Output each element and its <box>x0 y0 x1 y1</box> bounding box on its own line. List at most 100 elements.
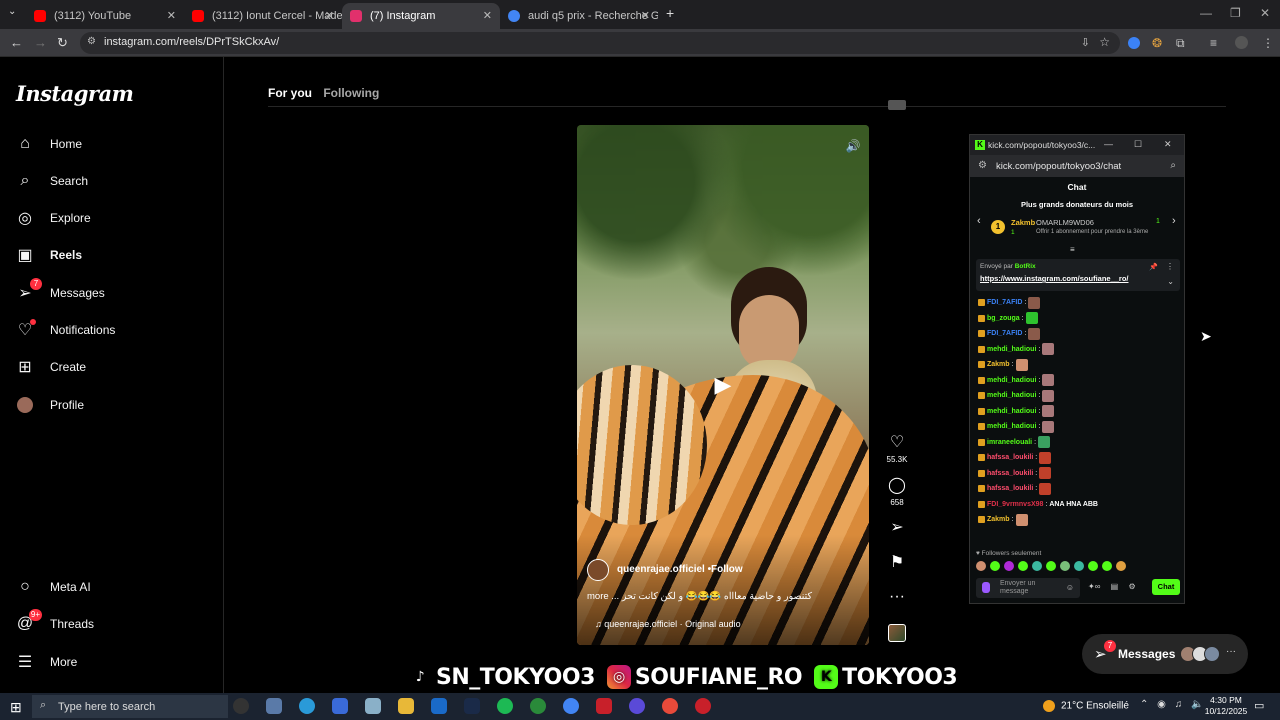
outlook-icon[interactable] <box>431 698 447 714</box>
chat-username[interactable]: mehdi_hadioui <box>987 392 1036 399</box>
address-bar[interactable]: ⚙ instagram.com/reels/DPrTSkCkxAv/ ⇩ ☆ <box>80 32 1120 54</box>
chat-username[interactable]: Zakmb <box>987 361 1010 368</box>
mic-icon[interactable] <box>982 582 990 593</box>
app-icon-4[interactable] <box>629 698 645 714</box>
close-window-icon[interactable]: ✕ <box>1260 6 1270 20</box>
minimize-icon[interactable]: — <box>1104 139 1113 149</box>
chrome-icon[interactable] <box>563 698 579 714</box>
pin-icon[interactable]: 📌 <box>1149 263 1158 271</box>
settings-icon[interactable]: ⚙ <box>1128 582 1135 591</box>
cortana-icon[interactable] <box>233 698 249 714</box>
tab-youtube-2[interactable]: (3112) Ionut Cercel - Made in R ✕ <box>184 3 342 29</box>
weather-widget[interactable]: 21°C Ensoleillé <box>1043 700 1129 712</box>
chat-username[interactable]: FDI_7AFID <box>987 330 1022 337</box>
app-icon-2[interactable] <box>530 698 546 714</box>
chat-username[interactable]: hafssa_loukili <box>987 454 1033 461</box>
reel-video[interactable]: 🔊 ▶ queenrajae.officiel • Follow more ..… <box>577 125 869 645</box>
reel-username[interactable]: queenrajae.officiel • <box>617 564 711 575</box>
emote[interactable] <box>1102 561 1112 571</box>
audio-thumbnail[interactable] <box>888 624 906 642</box>
speaker-icon[interactable]: 🔈 <box>1191 699 1203 710</box>
tab-search-icon[interactable]: ⌄ <box>8 6 16 17</box>
profile-avatar[interactable] <box>1235 36 1248 49</box>
chevron-down-icon[interactable]: ⌄ <box>1167 277 1174 286</box>
chat-username[interactable]: Zakmb <box>987 516 1010 523</box>
windows-start-icon[interactable]: ⊞ <box>10 699 22 716</box>
more-options-button[interactable]: ··· <box>882 588 912 606</box>
comment-button[interactable]: ◯ 658 <box>882 477 912 507</box>
close-icon[interactable]: ✕ <box>1164 139 1172 150</box>
sidebar-item-notifications[interactable]: ♡ Notifications <box>14 315 115 345</box>
menu-kebab-icon[interactable]: ⋮ <box>1262 36 1274 50</box>
chat-username[interactable]: bg_zouga <box>987 315 1020 322</box>
app-icon-5[interactable] <box>695 698 711 714</box>
previous-reel-thumb[interactable] <box>888 100 906 110</box>
emote[interactable] <box>1032 561 1042 571</box>
taskbar-search[interactable]: ⌕ Type here to search <box>32 695 228 718</box>
install-icon[interactable]: ⇩ <box>1081 36 1090 49</box>
site-info-icon[interactable]: ⚙ <box>87 36 96 47</box>
chat-username[interactable]: hafssa_loukili <box>987 485 1033 492</box>
app-icon[interactable] <box>365 698 381 714</box>
emote[interactable] <box>1074 561 1084 571</box>
chat-send-button[interactable]: Chat <box>1152 579 1180 595</box>
close-icon[interactable]: ✕ <box>641 9 650 22</box>
chat-username[interactable]: mehdi_hadioui <box>987 423 1036 430</box>
sidebar-item-home[interactable]: ⌂ Home <box>14 129 82 159</box>
edge-icon[interactable] <box>299 698 315 714</box>
extension-icon-2[interactable]: ❂ <box>1152 36 1162 50</box>
sidebar-item-threads[interactable]: @9+ Threads <box>14 609 94 639</box>
chat-input[interactable]: Envoyer un message ☺ <box>976 578 1080 598</box>
sidebar-item-search[interactable]: ⌕ Search <box>14 166 89 196</box>
share-button[interactable]: ➢ <box>882 519 912 537</box>
chat-username[interactable]: mehdi_hadioui <box>987 408 1036 415</box>
sidebar-item-create[interactable]: ⊞ Create <box>14 352 86 382</box>
emote[interactable] <box>1004 561 1014 571</box>
sidebar-item-profile[interactable]: Profile <box>14 390 84 420</box>
sidebar-item-more[interactable]: ☰ More <box>14 647 78 677</box>
emote[interactable] <box>1060 561 1070 571</box>
emote[interactable] <box>990 561 1000 571</box>
new-tab-button[interactable]: + <box>666 5 674 21</box>
minimize-icon[interactable]: — <box>1200 6 1212 20</box>
messages-pill[interactable]: ➢ 7 Messages ··· <box>1082 634 1248 674</box>
bookmark-star-icon[interactable]: ☆ <box>1099 35 1110 49</box>
like-button[interactable]: ♡ 55.3K <box>882 434 912 464</box>
maximize-icon[interactable]: ☐ <box>1134 139 1142 150</box>
forward-icon[interactable]: → <box>34 35 47 50</box>
reel-caption[interactable]: more ... كتنصور و حاضية معاااه 😂😂😂 و لكن… <box>587 591 827 602</box>
taskbar-clock[interactable]: 4:30 PM 10/12/2025 <box>1204 695 1248 717</box>
pinned-link[interactable]: https://www.instagram.com/soufiane__ro/ <box>980 274 1129 283</box>
tab-for-you[interactable]: For you <box>268 86 312 100</box>
emoji-icon[interactable]: ☺ <box>1066 583 1074 592</box>
site-info-icon[interactable]: ⚙ <box>978 160 987 171</box>
chevron-up-icon[interactable]: ⌃ <box>1140 699 1148 710</box>
extensions-puzzle-icon[interactable]: ⧉ <box>1176 36 1185 51</box>
restore-icon[interactable]: ❐ <box>1230 6 1241 20</box>
sidebar-item-meta-ai[interactable]: ○ Meta AI <box>14 572 91 602</box>
copilot-icon[interactable] <box>266 698 282 714</box>
volume-icon[interactable]: ♫ <box>1175 699 1183 710</box>
sidebar-item-messages[interactable]: ➢ 7 Messages <box>14 278 105 308</box>
expand-icon[interactable]: ≡ <box>1070 245 1075 254</box>
app-icon-3[interactable] <box>596 698 612 714</box>
sidebar-item-explore[interactable]: ◎ Explore <box>14 203 91 233</box>
notifications-icon[interactable]: ▭ <box>1254 699 1264 712</box>
chrome-icon-2[interactable] <box>662 698 678 714</box>
reel-audio[interactable]: ♫ queenrajae.officiel · Original audio <box>595 619 741 629</box>
steam-icon[interactable] <box>464 698 480 714</box>
network-icon[interactable]: ◉ <box>1157 699 1166 710</box>
tab-youtube[interactable]: (3112) YouTube ✕ <box>26 3 184 29</box>
chat-username[interactable]: FDI_7AFID <box>987 299 1022 306</box>
more-icon[interactable]: ⋮ <box>1166 262 1174 271</box>
instagram-logo[interactable]: Instagram <box>16 81 134 106</box>
tab-instagram[interactable]: (7) Instagram ✕ <box>342 3 500 29</box>
sidebar-item-reels[interactable]: ▣ Reels <box>14 240 82 270</box>
emote[interactable] <box>1046 561 1056 571</box>
tab-google[interactable]: audi q5 prix - Recherche Googl ✕ <box>500 3 658 29</box>
file-explorer-icon[interactable] <box>398 698 414 714</box>
media-icon[interactable]: ≡ <box>1210 36 1217 50</box>
points-icon[interactable]: ✦∞ <box>1088 582 1100 591</box>
zoom-icon[interactable]: ⌕ <box>1170 160 1176 171</box>
close-icon[interactable]: ✕ <box>167 9 176 22</box>
